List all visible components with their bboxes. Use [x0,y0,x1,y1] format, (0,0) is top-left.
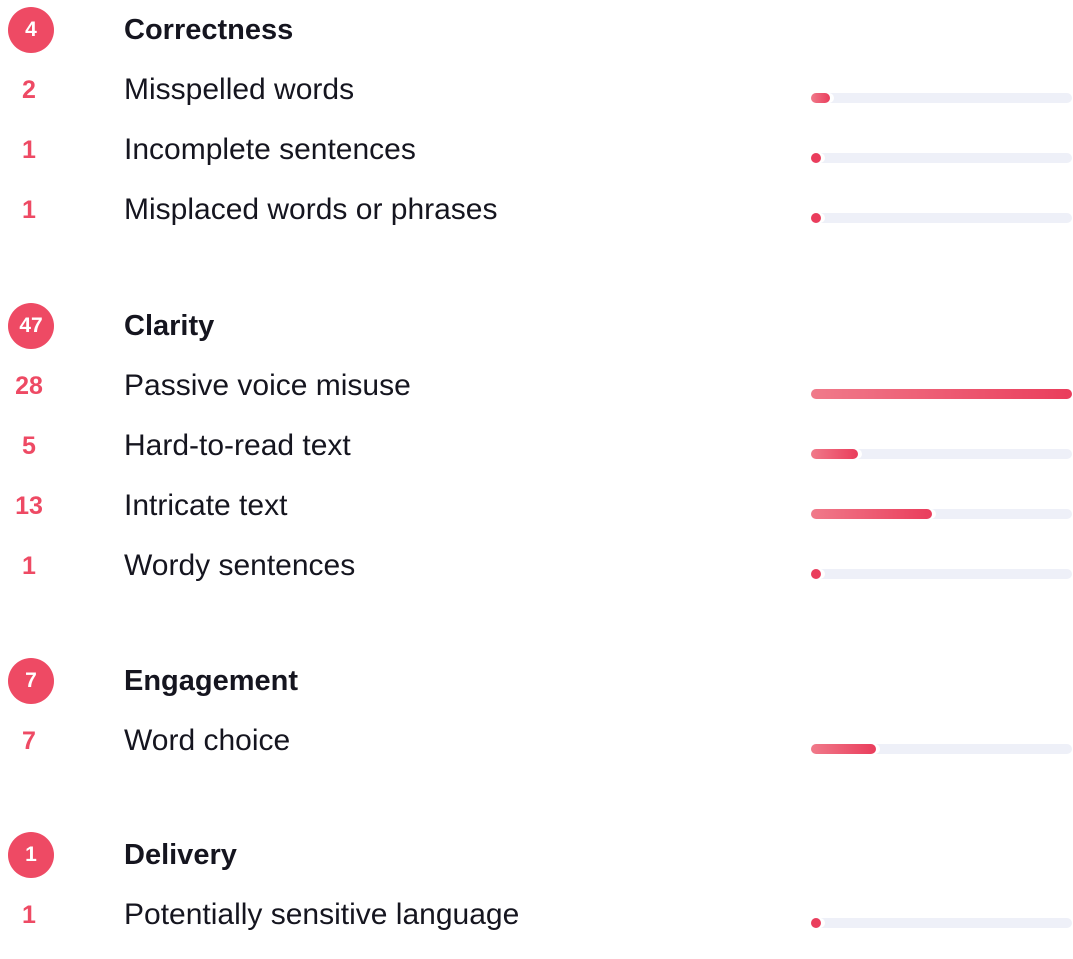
issue-row[interactable]: 7 Word choice [0,724,1073,785]
issues-report: 4 Correctness 2 Misspelled words 1 Incom… [0,0,1073,935]
issue-bar-fill [811,389,1072,399]
issue-row[interactable]: 1 Potentially sensitive language [0,898,1073,959]
category-count-badge: 1 [8,832,54,878]
issue-count: 1 [22,136,36,164]
category-title: Clarity [124,310,215,342]
issue-label: Potentially sensitive language [124,898,520,931]
category-delivery[interactable]: 1 Delivery [0,832,1073,899]
category-clarity[interactable]: 47 Clarity [0,303,1073,370]
issue-label: Misspelled words [124,73,355,106]
issue-count: 28 [15,372,43,400]
category-count-badge: 47 [8,303,54,349]
issue-count: 2 [22,76,36,104]
issue-bar-track [811,449,1072,459]
issue-bar-track [811,918,1072,928]
issue-bar-track [811,153,1072,163]
issue-row[interactable]: 28 Passive voice misuse [0,369,1073,430]
category-title: Correctness [124,14,294,46]
issue-bar-fill [811,509,932,519]
issue-bar-track [811,744,1072,754]
issue-bar-track [811,213,1072,223]
issue-label: Hard-to-read text [124,429,351,462]
issue-count: 1 [22,196,36,224]
issue-count: 5 [22,432,36,460]
issue-bar-fill [811,153,821,163]
issue-label: Passive voice misuse [124,369,411,402]
issue-label: Incomplete sentences [124,133,416,166]
category-engagement[interactable]: 7 Engagement [0,658,1073,725]
issue-row[interactable]: 1 Misplaced words or phrases [0,193,1073,254]
issue-bar-fill [811,93,830,103]
category-count-badge: 7 [8,658,54,704]
issue-bar-fill [811,213,821,223]
category-count-badge: 4 [8,7,54,53]
category-title: Engagement [124,665,299,697]
issue-count: 1 [22,552,36,580]
category-title: Delivery [124,839,237,871]
issue-bar-fill [811,449,858,459]
issue-row[interactable]: 1 Incomplete sentences [0,133,1073,194]
issue-label: Misplaced words or phrases [124,193,498,226]
issue-bar-track [811,509,1072,519]
issue-count: 13 [15,492,43,520]
issue-label: Intricate text [124,489,288,522]
issue-row[interactable]: 5 Hard-to-read text [0,429,1073,490]
issue-bar-fill [811,744,876,754]
issue-bar-fill [811,569,821,579]
issue-label: Word choice [124,724,291,757]
issue-count: 1 [22,901,36,929]
issue-bar-track [811,93,1072,103]
issue-bar-track [811,389,1072,399]
issue-row[interactable]: 2 Misspelled words [0,73,1073,134]
category-correctness[interactable]: 4 Correctness [0,7,1073,74]
issue-label: Wordy sentences [124,549,356,582]
issue-row[interactable]: 13 Intricate text [0,489,1073,550]
issue-row[interactable]: 1 Wordy sentences [0,549,1073,610]
issue-count: 7 [22,727,36,755]
issue-bar-fill [811,918,821,928]
issue-bar-track [811,569,1072,579]
